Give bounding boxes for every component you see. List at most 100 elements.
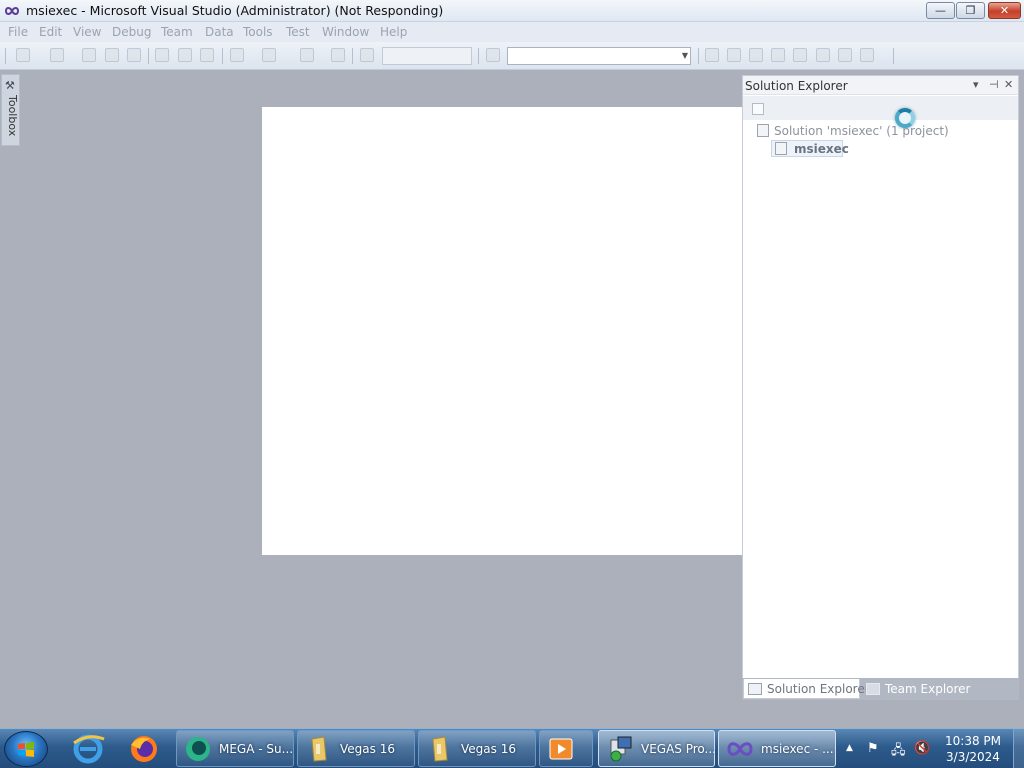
maximize-button[interactable]: ❐ — [956, 2, 985, 19]
menu-file[interactable]: File — [8, 25, 28, 39]
taskbar-item-label: Vegas 16 — [461, 742, 516, 756]
clock-date: 3/3/2024 — [946, 750, 1000, 764]
close-icon[interactable]: ✕ — [1004, 78, 1013, 91]
tree-item-label: msiexec — [794, 142, 849, 156]
save-icon[interactable] — [105, 48, 119, 62]
menu-debug[interactable]: Debug — [112, 25, 151, 39]
taskbar-item-mega[interactable]: MEGA - Su... — [176, 730, 294, 767]
menu-team[interactable]: Team — [161, 25, 193, 39]
new-project-icon[interactable] — [16, 48, 30, 62]
installer-icon — [610, 736, 632, 762]
toolbar-separator — [478, 48, 479, 64]
tools-icon[interactable] — [793, 48, 807, 62]
unpainted-window-area — [262, 107, 742, 555]
visual-studio-icon — [727, 742, 753, 756]
show-desktop-button[interactable] — [1013, 729, 1024, 768]
tab-label: Solution Explorer — [767, 682, 870, 696]
toolbox-tab[interactable]: ⚒ Toolbox — [1, 74, 20, 146]
internet-explorer-icon[interactable] — [64, 731, 112, 767]
navigate-back-icon[interactable] — [300, 48, 314, 62]
close-button[interactable]: ✕ — [988, 2, 1021, 19]
open-file-icon[interactable] — [82, 48, 96, 62]
solution-explorer-header: Solution Explorer ▾ ⊣ ✕ — [743, 76, 1018, 95]
paste-icon[interactable] — [200, 48, 214, 62]
volume-muted-icon[interactable]: 🔇 — [914, 741, 930, 756]
chevron-down-icon[interactable]: ▾ — [973, 78, 979, 91]
taskbar-item-label: Vegas 16 — [340, 742, 395, 756]
find-combo[interactable]: ▼ — [507, 47, 691, 65]
close-icon: ✕ — [999, 4, 1010, 17]
tab-solution-explorer[interactable]: Solution Explorer — [743, 679, 870, 699]
menu-help[interactable]: Help — [380, 25, 407, 39]
menu-data[interactable]: Data — [205, 25, 234, 39]
class-view-icon[interactable] — [838, 48, 852, 62]
copy-icon[interactable] — [178, 48, 192, 62]
restore-icon: ❐ — [965, 4, 976, 17]
taskbar-item-vegas-folder-1[interactable]: Vegas 16 — [297, 730, 415, 767]
cut-icon[interactable] — [155, 48, 169, 62]
toolbar-separator — [148, 48, 149, 64]
visual-studio-icon — [4, 7, 20, 15]
more-windows-icon[interactable] — [860, 48, 874, 62]
menu-test[interactable]: Test — [286, 25, 310, 39]
taskbar-item-label: VEGAS Pro... — [641, 742, 716, 756]
object-browser-icon[interactable] — [749, 48, 763, 62]
minimize-icon: — — [935, 4, 946, 17]
undo-icon[interactable] — [230, 48, 244, 62]
tab-team-explorer[interactable]: Team Explorer — [862, 679, 1016, 699]
folder-icon — [432, 736, 448, 762]
toolbar-separator — [352, 48, 353, 64]
menu-view[interactable]: View — [73, 25, 101, 39]
media-player-icon — [549, 738, 573, 760]
solution-explorer-icon[interactable] — [705, 48, 719, 62]
tree-item-project[interactable]: msiexec — [771, 140, 849, 157]
pin-icon[interactable]: ⊣ — [989, 78, 999, 91]
toolbox-icon: ⚒ — [5, 79, 15, 92]
tree-item-solution[interactable]: Solution 'msiexec' (1 project) — [743, 122, 1018, 140]
properties-icon[interactable] — [752, 103, 764, 115]
taskbar-item-vegas-folder-2[interactable]: Vegas 16 — [418, 730, 536, 767]
solution-icon — [757, 124, 769, 137]
team-explorer-icon — [866, 683, 880, 695]
standard-toolbar: ▼ — [0, 42, 1024, 70]
start-page-icon[interactable] — [816, 48, 830, 62]
action-center-flag-icon[interactable]: ⚑ — [867, 741, 879, 756]
menu-edit[interactable]: Edit — [39, 25, 62, 39]
project-icon — [775, 142, 787, 155]
add-item-icon[interactable] — [50, 48, 64, 62]
minimize-button[interactable]: — — [926, 2, 955, 19]
system-clock[interactable]: 10:38 PM 3/3/2024 — [936, 733, 1010, 765]
taskbar-item-visual-studio[interactable]: msiexec - ... — [718, 730, 836, 767]
find-in-files-icon[interactable] — [486, 48, 500, 62]
properties-icon[interactable] — [727, 48, 741, 62]
title-bar: msiexec - Microsoft Visual Studio (Admin… — [0, 0, 1024, 22]
windows-logo-icon — [18, 742, 34, 757]
solution-explorer-toolbar — [743, 96, 1018, 120]
navigate-forward-icon[interactable] — [331, 48, 345, 62]
save-all-icon[interactable] — [127, 48, 141, 62]
toolbar-grip — [5, 48, 6, 64]
configuration-combo[interactable] — [382, 47, 472, 65]
redo-icon[interactable] — [262, 48, 276, 62]
start-debugging-icon[interactable] — [360, 48, 374, 62]
taskbar: MEGA - Su... Vegas 16 Vegas 16 VEGAS Pro… — [0, 728, 1024, 768]
folder-icon — [311, 736, 327, 762]
solution-explorer-title: Solution Explorer — [745, 79, 848, 93]
taskbar-item-media[interactable] — [539, 730, 593, 767]
toolbar-overflow[interactable] — [893, 48, 894, 64]
start-button[interactable] — [4, 731, 48, 767]
toolbox-icon[interactable] — [771, 48, 785, 62]
menu-bar: File Edit View Debug Team Data Tools Tes… — [0, 22, 1024, 42]
show-hidden-icons-icon[interactable]: ▲ — [846, 743, 853, 753]
menu-tools[interactable]: Tools — [243, 25, 273, 39]
network-icon[interactable]: 🖧 — [891, 741, 906, 763]
tool-window-tabs: Solution Explorer Team Explorer — [742, 678, 1019, 700]
firefox-icon[interactable] — [120, 731, 168, 767]
toolbar-separator — [698, 48, 699, 64]
taskbar-item-label: msiexec - ... — [761, 742, 834, 756]
tab-label: Team Explorer — [885, 682, 971, 696]
solution-explorer-icon — [748, 683, 762, 695]
menu-window[interactable]: Window — [322, 25, 369, 39]
taskbar-item-vegas-installer[interactable]: VEGAS Pro... — [598, 730, 716, 767]
mega-icon — [186, 737, 210, 761]
